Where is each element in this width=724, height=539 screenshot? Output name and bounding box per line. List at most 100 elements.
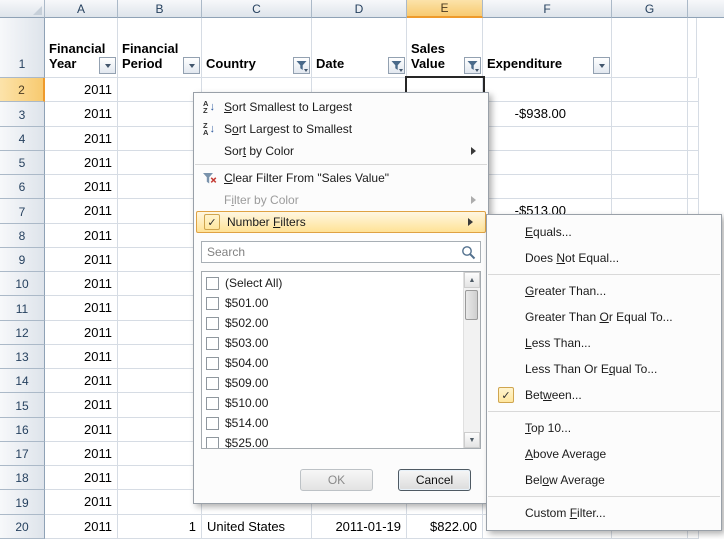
cell[interactable]: 2011 <box>45 296 118 320</box>
submenu-item-greater-than[interactable]: Greater Than... <box>487 278 721 304</box>
cell[interactable] <box>118 418 202 442</box>
cell[interactable]: 2011 <box>45 272 118 296</box>
filter-value-item[interactable]: $525.00 <box>202 433 463 448</box>
cell[interactable]: 2011 <box>45 515 118 539</box>
filter-button-sales-value[interactable] <box>464 57 481 74</box>
header-date[interactable]: Date <box>312 18 407 78</box>
submenu-item-less-than[interactable]: Less Than... <box>487 330 721 356</box>
cell[interactable]: 2011 <box>45 369 118 393</box>
submenu-item-less-than-or-equal[interactable]: Less Than Or Equal To... <box>487 356 721 382</box>
checkbox[interactable] <box>206 417 219 430</box>
cell[interactable]: 2011 <box>45 248 118 272</box>
cell[interactable] <box>612 78 688 102</box>
row-header[interactable]: 7 <box>0 199 45 223</box>
cell[interactable]: 2011 <box>45 345 118 369</box>
row-header[interactable]: 14 <box>0 369 45 393</box>
filter-value-item[interactable]: (Select All) <box>202 273 463 293</box>
ok-button[interactable]: OK <box>300 469 373 491</box>
cell[interactable]: 2011 <box>45 175 118 199</box>
cell[interactable]: 2011 <box>45 127 118 151</box>
filter-value-item[interactable]: $503.00 <box>202 333 463 353</box>
cell[interactable] <box>118 102 202 126</box>
col-header-c[interactable]: C <box>202 0 312 18</box>
submenu-item-below-average[interactable]: Below Average <box>487 467 721 493</box>
scrollbar[interactable]: ▲ ▼ <box>463 272 480 448</box>
header-financial-year[interactable]: Financial Year <box>45 18 118 78</box>
filter-value-item[interactable]: $502.00 <box>202 313 463 333</box>
menu-item-sort-by-color[interactable]: Sort by Color <box>194 140 488 162</box>
cell[interactable] <box>118 151 202 175</box>
submenu-item-between[interactable]: ✓Between... <box>487 382 721 408</box>
cell[interactable] <box>483 175 612 199</box>
header-expenditure[interactable]: Expenditure <box>483 18 612 78</box>
scrollbar-thumb[interactable] <box>465 290 478 320</box>
submenu-item-above-average[interactable]: Above Average <box>487 441 721 467</box>
cell[interactable] <box>118 466 202 490</box>
scroll-down-button[interactable]: ▼ <box>464 432 480 448</box>
scrollbar-track[interactable] <box>464 288 480 432</box>
cell[interactable]: 2011 <box>45 466 118 490</box>
row-header[interactable]: 13 <box>0 345 45 369</box>
row-header[interactable]: 16 <box>0 418 45 442</box>
cell[interactable] <box>118 78 202 102</box>
row-header[interactable]: 5 <box>0 151 45 175</box>
cell[interactable] <box>118 272 202 296</box>
cell[interactable]: 2011 <box>45 393 118 417</box>
filter-button-expenditure[interactable] <box>593 57 610 74</box>
cell[interactable]: 2011 <box>45 102 118 126</box>
checkbox[interactable] <box>206 397 219 410</box>
cell[interactable] <box>612 175 688 199</box>
header-financial-period[interactable]: Financial Period <box>118 18 202 78</box>
row-header[interactable]: 20 <box>0 515 45 539</box>
cell[interactable]: 2011 <box>45 442 118 466</box>
cell[interactable] <box>483 78 612 102</box>
cell[interactable] <box>483 151 612 175</box>
search-input[interactable] <box>201 241 481 263</box>
cell[interactable]: 2011 <box>45 78 118 102</box>
cell[interactable] <box>118 175 202 199</box>
checkbox[interactable] <box>206 437 219 449</box>
row-header[interactable]: 15 <box>0 393 45 417</box>
row-header-1[interactable]: 1 <box>0 18 45 78</box>
cell[interactable] <box>612 151 688 175</box>
col-header-b[interactable]: B <box>118 0 202 18</box>
checkbox[interactable] <box>206 337 219 350</box>
cell[interactable] <box>118 490 202 514</box>
row-header[interactable]: 12 <box>0 321 45 345</box>
cell-expenditure[interactable]: -$938.00 <box>483 102 612 126</box>
cell[interactable] <box>118 442 202 466</box>
submenu-item-top-10[interactable]: Top 10... <box>487 415 721 441</box>
cell[interactable] <box>118 224 202 248</box>
row-header[interactable]: 4 <box>0 127 45 151</box>
row-header[interactable]: 10 <box>0 272 45 296</box>
cancel-button[interactable]: Cancel <box>398 469 471 491</box>
filter-value-item[interactable]: $509.00 <box>202 373 463 393</box>
header-sales-value[interactable]: Sales Value <box>407 18 483 78</box>
row-header[interactable]: 8 <box>0 224 45 248</box>
col-header-f[interactable]: F <box>483 0 612 18</box>
cell[interactable] <box>118 393 202 417</box>
cell[interactable] <box>612 127 688 151</box>
cell[interactable]: 2011 <box>45 199 118 223</box>
submenu-item-does-not-equal[interactable]: Does Not Equal... <box>487 245 721 271</box>
row-header-2-selected[interactable]: 2 <box>0 78 45 102</box>
col-header-d[interactable]: D <box>312 0 407 18</box>
filter-value-item[interactable]: $514.00 <box>202 413 463 433</box>
menu-item-sort-largest-to-smallest[interactable]: ZA↓ Sort Largest to Smallest <box>194 118 488 140</box>
col-header-g[interactable]: G <box>612 0 688 18</box>
cell[interactable]: 2011 <box>45 490 118 514</box>
checkbox[interactable] <box>206 377 219 390</box>
checkbox[interactable] <box>206 317 219 330</box>
row-header[interactable]: 17 <box>0 442 45 466</box>
filter-value-item[interactable]: $501.00 <box>202 293 463 313</box>
row-header[interactable]: 18 <box>0 466 45 490</box>
row-header[interactable]: 9 <box>0 248 45 272</box>
row-header[interactable]: 3 <box>0 102 45 126</box>
filter-value-item[interactable]: $510.00 <box>202 393 463 413</box>
cell[interactable] <box>483 127 612 151</box>
col-header-a[interactable]: A <box>45 0 118 18</box>
menu-item-clear-filter[interactable]: Clear Filter From "Sales Value" <box>194 167 488 189</box>
row-header[interactable]: 6 <box>0 175 45 199</box>
filter-button-financial-year[interactable] <box>99 57 116 74</box>
cell[interactable]: 2011 <box>45 151 118 175</box>
